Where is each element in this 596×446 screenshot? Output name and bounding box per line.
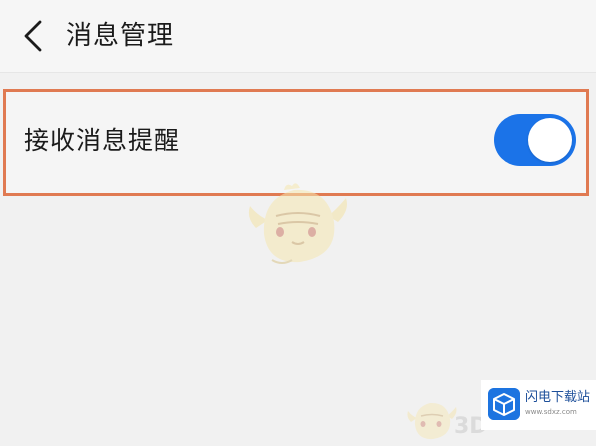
watermark-mascot-logo-small — [407, 402, 457, 440]
site-name: 闪电下载站 — [525, 390, 591, 405]
page-title: 消息管理 — [66, 21, 175, 51]
box-icon — [488, 388, 520, 420]
setting-label: 接收消息提醒 — [24, 126, 181, 155]
chevron-left-icon — [24, 20, 42, 52]
site-url: www.sdxz.com — [525, 408, 577, 416]
site-watermark-badge: 闪电下载站 www.sdxz.com — [481, 380, 596, 430]
notifications-toggle[interactable] — [494, 114, 576, 166]
back-button[interactable] — [14, 16, 54, 56]
top-app-bar: 消息管理 — [0, 0, 596, 73]
toggle-knob — [528, 118, 572, 162]
watermark-mascot-logo — [248, 183, 347, 264]
